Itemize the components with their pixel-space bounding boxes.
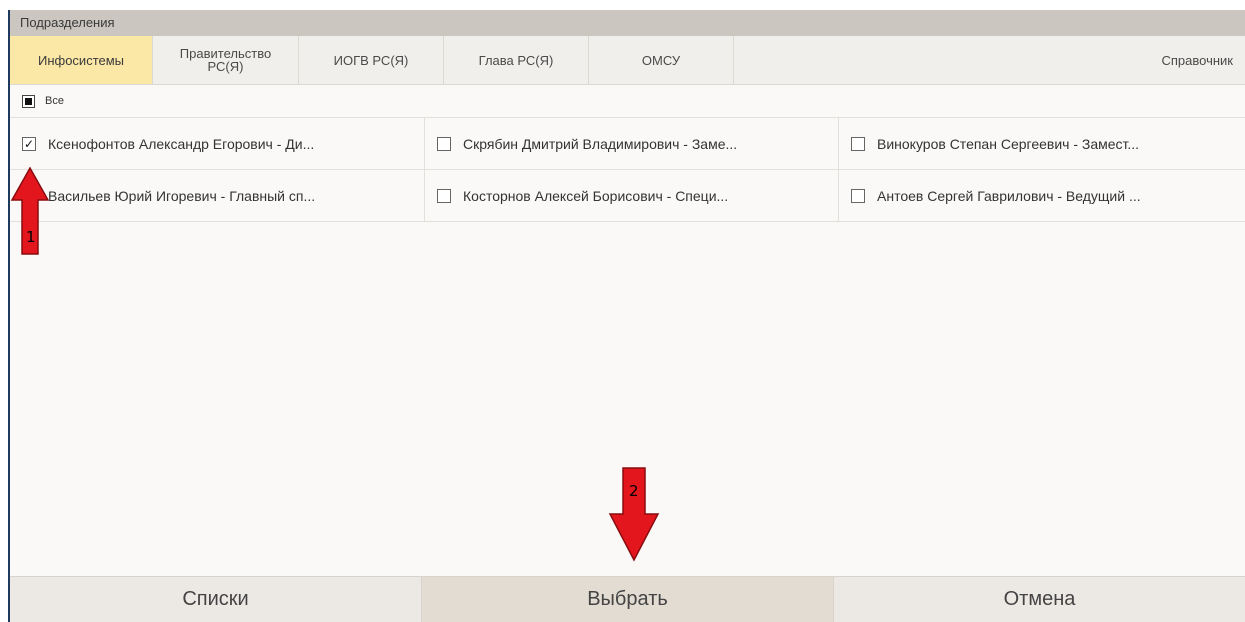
table-row: Васильев Юрий Игоревич - Главный сп... К… [10, 170, 1245, 222]
list-item-label: Ксенофонтов Александр Егорович - Ди... [48, 135, 315, 152]
list-item-label: Скрябин Дмитрий Владимирович - Заме... [463, 135, 738, 152]
table-row: ✓ Ксенофонтов Александр Егорович - Ди...… [10, 118, 1245, 170]
tab-government[interactable]: Правительство РС(Я) [153, 36, 299, 84]
annotation-arrow-up: 1 [10, 166, 50, 256]
lists-button[interactable]: Списки [10, 577, 422, 622]
annotation-number: 2 [629, 482, 639, 500]
annotation-number: 1 [26, 228, 36, 246]
list-item[interactable]: Васильев Юрий Игоревич - Главный сп... [10, 170, 425, 221]
arrow-down-icon [608, 467, 660, 562]
select-all-row[interactable]: Все [10, 85, 1245, 118]
list-item[interactable]: Скрябин Дмитрий Владимирович - Заме... [425, 118, 839, 169]
checkbox[interactable] [851, 188, 865, 203]
select-all-checkbox[interactable] [22, 94, 35, 108]
checkbox-checked[interactable]: ✓ [22, 136, 36, 151]
list-item[interactable]: ✓ Ксенофонтов Александр Егорович - Ди... [10, 118, 425, 169]
tab-directory[interactable]: Справочник [734, 36, 1245, 84]
dialog-title: Подразделения [10, 10, 1245, 36]
list-item-label: Васильев Юрий Игоревич - Главный сп... [48, 187, 316, 204]
list-item-label: Антоев Сергей Гаврилович - Ведущий ... [877, 187, 1141, 204]
tab-omsu[interactable]: ОМСУ [589, 36, 734, 84]
list-item[interactable]: Косторнов Алексей Борисович - Специ... [425, 170, 839, 221]
dialog-footer: Списки Выбрать Отмена [10, 576, 1245, 622]
annotation-arrow-down: 2 [608, 466, 660, 562]
tab-bar: Инфосистемы Правительство РС(Я) ИОГВ РС(… [10, 36, 1245, 85]
tab-government-label: Правительство РС(Я) [179, 46, 272, 74]
checkbox[interactable] [851, 136, 865, 151]
list-item[interactable]: Винокуров Степан Сергеевич - Замест... [839, 118, 1245, 169]
select-button[interactable]: Выбрать [422, 577, 834, 622]
select-all-label: Все [45, 95, 64, 107]
list-item[interactable]: Антоев Сергей Гаврилович - Ведущий ... [839, 170, 1245, 221]
list-item-label: Косторнов Алексей Борисович - Специ... [463, 187, 729, 204]
tab-infosystems[interactable]: Инфосистемы [10, 36, 153, 84]
tab-head[interactable]: Глава РС(Я) [444, 36, 589, 84]
checkbox[interactable] [437, 188, 451, 203]
tab-iogv[interactable]: ИОГВ РС(Я) [299, 36, 444, 84]
checkbox[interactable] [437, 136, 451, 151]
cancel-button[interactable]: Отмена [834, 577, 1245, 622]
list-item-label: Винокуров Степан Сергеевич - Замест... [877, 135, 1140, 152]
